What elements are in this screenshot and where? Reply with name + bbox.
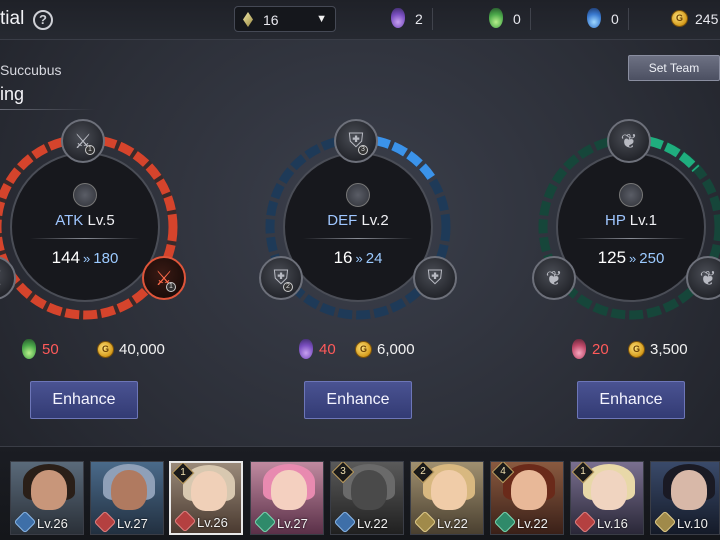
- arrow-icon: »: [355, 251, 363, 266]
- current-value: 16: [333, 248, 353, 267]
- divider: [530, 8, 531, 30]
- stat-label: DEF Lv.2: [263, 212, 453, 229]
- enhance-def-button[interactable]: Enhance: [304, 381, 412, 419]
- character-level: Lv.26: [37, 516, 68, 531]
- top-bar: tial ? 16 ▼ 2 0 0 245: [0, 0, 720, 40]
- chevron-down-icon: ▼: [316, 13, 327, 25]
- stat-level: Lv.5: [87, 212, 115, 229]
- stat-label: HP Lv.1: [536, 212, 720, 229]
- purple-potion-icon: [391, 8, 405, 28]
- character-level: Lv.27: [277, 516, 308, 531]
- character-card[interactable]: Lv.26: [10, 461, 84, 535]
- divider: [432, 8, 433, 30]
- blue-potion-icon: [587, 8, 601, 28]
- def-node-left[interactable]: ⛨ 2: [259, 256, 303, 300]
- divider: [303, 238, 413, 239]
- dropdown-value: 16: [263, 12, 279, 28]
- character-card[interactable]: 3 Lv.22: [330, 461, 404, 535]
- potion-cost: 20: [592, 341, 609, 358]
- green-potion-icon: [489, 8, 503, 28]
- enhance-atk-button[interactable]: Enhance: [30, 381, 138, 419]
- current-value: 144: [51, 248, 81, 267]
- def-ring: DEF Lv.2 16» 24 ⛨ 3 ⛨ 2 ⛨: [259, 119, 457, 322]
- stat-level: Lv.1: [629, 212, 657, 229]
- hp-node-top[interactable]: ❦: [607, 119, 651, 163]
- stone-icon: [243, 12, 253, 27]
- character-roster: Lv.26 Lv.27 1 Lv.26 Lv.27 3 Lv.22 2 Lv.2…: [0, 446, 720, 540]
- stat-name: ATK: [55, 212, 84, 229]
- next-value: 24: [365, 250, 383, 267]
- section-heading: ing: [0, 84, 25, 104]
- resource-value: 245: [695, 11, 719, 27]
- atk-ring: ATK Lv.5 144»180 ⚔1 ⚔ ⚔1: [0, 119, 186, 322]
- divider: [576, 238, 686, 239]
- stone-filter-dropdown[interactable]: 16 ▼: [234, 6, 336, 32]
- gold-coin-icon: [628, 341, 645, 358]
- potion-cost: 50: [42, 341, 59, 358]
- gold-cost: 40,000: [119, 341, 165, 358]
- gold-cost: 6,000: [377, 341, 415, 358]
- enhance-hp-button[interactable]: Enhance: [577, 381, 685, 419]
- shield-icon: [346, 183, 370, 207]
- gold-cost: 3,500: [650, 341, 688, 358]
- stat-name: DEF: [327, 212, 358, 229]
- character-card[interactable]: 4 Lv.22: [490, 461, 564, 535]
- current-value: 125: [597, 248, 627, 267]
- atk-node-top[interactable]: ⚔ 1: [61, 119, 105, 163]
- character-level: Lv.22: [357, 516, 388, 531]
- sword-icon: [73, 183, 97, 207]
- character-card[interactable]: Lv.27: [90, 461, 164, 535]
- next-value: 180: [93, 250, 119, 267]
- divider: [30, 238, 140, 239]
- set-team-button[interactable]: Set Team: [628, 55, 720, 81]
- potion-cost: 40: [319, 341, 336, 358]
- help-icon[interactable]: ?: [33, 10, 53, 30]
- def-cost: 40 6,000: [299, 339, 429, 361]
- character-level: Lv.22: [517, 516, 548, 531]
- stat-label: ATK Lv.5: [0, 212, 180, 229]
- purple-potion-icon: [299, 339, 313, 359]
- gold-coin-icon: [97, 341, 114, 358]
- stat-level: Lv.2: [361, 212, 389, 229]
- next-value: 250: [639, 250, 665, 267]
- def-node-top[interactable]: ⛨ 3: [334, 119, 378, 163]
- character-card[interactable]: 2 Lv.22: [410, 461, 484, 535]
- arrow-icon: »: [83, 251, 91, 266]
- def-node-right[interactable]: ⛨: [413, 256, 457, 300]
- pink-potion-icon: [572, 339, 586, 359]
- character-level: Lv.10: [677, 516, 708, 531]
- heading-underline: [0, 109, 95, 110]
- resource-value: 0: [611, 11, 619, 27]
- hp-node-left[interactable]: ❦: [532, 256, 576, 300]
- heart-icon: [619, 183, 643, 207]
- atk-node-right[interactable]: ⚔ 1: [142, 256, 186, 300]
- arrow-icon: »: [629, 251, 637, 266]
- gold-coin-icon: [355, 341, 372, 358]
- page-title: tial: [0, 8, 25, 29]
- character-subtitle: Succubus: [0, 62, 62, 78]
- character-card-selected[interactable]: 1 Lv.26: [169, 461, 243, 535]
- resource-value: 2: [415, 11, 423, 27]
- character-card[interactable]: Lv.10: [650, 461, 720, 535]
- character-level: Lv.26: [197, 515, 228, 530]
- atk-cost: 50 40,000: [22, 339, 165, 361]
- character-card[interactable]: Lv.27: [250, 461, 324, 535]
- gold-coin-icon: [671, 10, 688, 27]
- character-level: Lv.22: [437, 516, 468, 531]
- green-potion-icon: [22, 339, 36, 359]
- stat-name: HP: [605, 212, 626, 229]
- divider: [628, 8, 629, 30]
- character-card[interactable]: 1 Lv.16: [570, 461, 644, 535]
- hp-cost: 20 3,500: [572, 339, 702, 361]
- character-level: Lv.27: [117, 516, 148, 531]
- character-level: Lv.16: [597, 516, 628, 531]
- resource-value: 0: [513, 11, 521, 27]
- hp-ring: HP Lv.1 125» 250 ❦ ❦ ❦: [532, 119, 720, 322]
